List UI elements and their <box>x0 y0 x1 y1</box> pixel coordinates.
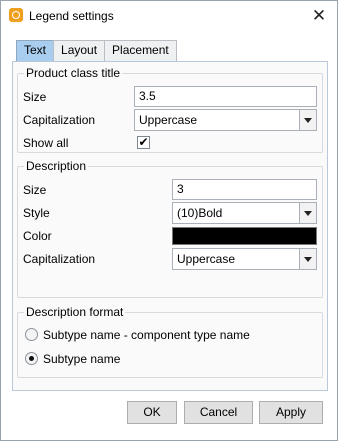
tab-text[interactable]: Text <box>16 40 55 62</box>
cancel-button[interactable]: Cancel <box>184 401 253 424</box>
color-label: Color <box>23 229 52 243</box>
show-all-checkbox[interactable]: ✔ <box>137 136 150 149</box>
radio-subtype-name[interactable] <box>25 352 38 365</box>
select-value: Uppercase <box>139 113 198 127</box>
chevron-down-icon[interactable] <box>299 249 316 269</box>
group-title: Description format <box>24 305 126 319</box>
group-title: Description <box>24 159 89 173</box>
dialog-body: Text Layout Placement Product class titl… <box>2 32 336 440</box>
size-label: Size <box>23 90 47 104</box>
capitalization-label: Capitalization <box>23 252 96 266</box>
radio-label: Subtype name <box>43 352 121 366</box>
description-style-select[interactable]: (10)Bold <box>172 202 317 224</box>
description-capitalization-select[interactable]: Uppercase <box>172 248 317 270</box>
product-size-input[interactable]: 3.5 <box>134 86 317 107</box>
chevron-down-icon[interactable] <box>299 110 316 130</box>
app-icon <box>9 8 23 22</box>
tab-panel-text: Product class title Size 3.5 Capitalizat… <box>12 61 328 391</box>
tab-strip: Text Layout Placement <box>16 40 177 62</box>
ok-button[interactable]: OK <box>127 401 177 424</box>
radio-subtype-component[interactable] <box>25 328 38 341</box>
description-size-input[interactable]: 3 <box>172 179 317 200</box>
tab-layout[interactable]: Layout <box>53 40 106 61</box>
size-label: Size <box>23 183 47 197</box>
apply-button[interactable]: Apply <box>259 401 323 424</box>
group-title: Product class title <box>24 66 123 80</box>
description-color-swatch[interactable] <box>172 227 317 245</box>
close-icon[interactable]: ✕ <box>307 4 331 28</box>
capitalization-label: Capitalization <box>23 113 96 127</box>
tab-placement[interactable]: Placement <box>104 40 177 61</box>
legend-settings-dialog: Legend settings ✕ Text Layout Placement … <box>0 0 338 441</box>
group-description: Description Size 3 Style (10)Bold Color … <box>17 159 323 298</box>
select-value: Uppercase <box>177 252 236 266</box>
select-value: (10)Bold <box>177 206 223 220</box>
group-description-format: Description format Subtype name - compon… <box>17 305 323 378</box>
title-bar: Legend settings ✕ <box>1 1 337 32</box>
radio-label: Subtype name - component type name <box>43 328 250 342</box>
show-all-label: Show all <box>23 136 69 150</box>
chevron-down-icon[interactable] <box>299 203 316 223</box>
group-product-class-title: Product class title Size 3.5 Capitalizat… <box>17 66 323 153</box>
style-label: Style <box>23 206 50 220</box>
product-capitalization-select[interactable]: Uppercase <box>134 109 317 131</box>
window-title: Legend settings <box>29 9 114 23</box>
